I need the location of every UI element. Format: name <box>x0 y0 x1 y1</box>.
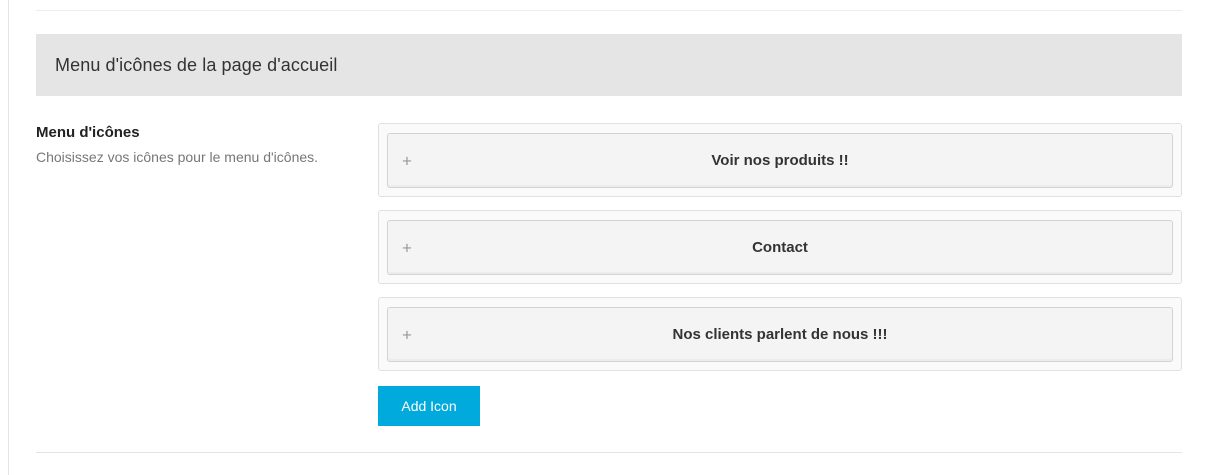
section-header: Menu d'icônes de la page d'accueil <box>36 34 1182 96</box>
section-title: Menu d'icônes de la page d'accueil <box>55 54 338 75</box>
icon-menu-item: + Nos clients parlent de nous !!! <box>378 297 1182 371</box>
bottom-divider <box>36 452 1182 453</box>
icon-menu-item-title: Nos clients parlent de nous !!! <box>672 326 888 343</box>
icon-menu-item-title: Voir nos produits !! <box>711 152 849 169</box>
left-border-divider <box>8 0 9 475</box>
icon-menu-item: + Contact <box>378 210 1182 284</box>
icon-menu-list: + Voir nos produits !! + Contact + Nos c… <box>378 123 1182 384</box>
icon-menu-item-title: Contact <box>752 239 808 256</box>
settings-page: Menu d'icônes de la page d'accueil Menu … <box>0 0 1208 475</box>
plus-icon[interactable]: + <box>402 239 412 256</box>
top-divider <box>36 10 1182 11</box>
field-description: Choisissez vos icônes pour le menu d'icô… <box>36 149 319 165</box>
field-info: Menu d'icônes Choisissez vos icônes pour… <box>36 124 336 166</box>
plus-icon[interactable]: + <box>402 152 412 169</box>
plus-icon[interactable]: + <box>402 326 412 343</box>
icon-menu-item: + Voir nos produits !! <box>378 123 1182 197</box>
field-label: Menu d'icônes <box>36 124 140 141</box>
icon-menu-item-header[interactable]: + Contact <box>387 220 1173 275</box>
icon-menu-item-header[interactable]: + Nos clients parlent de nous !!! <box>387 307 1173 362</box>
icon-menu-item-header[interactable]: + Voir nos produits !! <box>387 133 1173 188</box>
add-icon-button[interactable]: Add Icon <box>378 386 480 426</box>
